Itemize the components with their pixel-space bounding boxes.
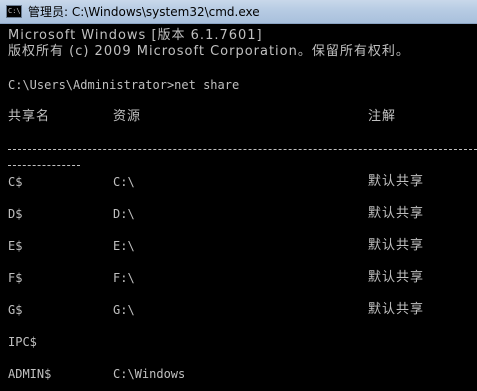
- share-row: D$ D:\ 默认共享: [8, 206, 468, 222]
- share-resource: C:\Windows: [113, 367, 186, 381]
- share-remark: 默认共享: [368, 270, 425, 285]
- share-row: C$ C:\ 默认共享: [8, 174, 468, 190]
- command-prompt-line: C:\Users\Administrator>net share: [8, 78, 240, 92]
- share-resource: E:\: [113, 239, 135, 253]
- table-header-row: 共享名 资源 注解: [8, 109, 468, 125]
- share-row: G$ G:\ 默认共享: [8, 302, 468, 318]
- share-row: ADMIN$ C:\Windows: [8, 366, 468, 382]
- share-resource: D:\: [113, 207, 135, 221]
- share-row: E$ E:\ 默认共享: [8, 238, 468, 254]
- banner-line-2: 版权所有 (c) 2009 Microsoft Corporation。保留所有…: [8, 44, 410, 59]
- share-name: IPC$: [8, 335, 37, 349]
- share-remark: 默认共享: [368, 302, 425, 317]
- separator-line-wrap: [8, 165, 80, 166]
- header-remark: 注解: [368, 109, 397, 124]
- share-name: D$: [8, 207, 23, 221]
- share-remark: 默认共享: [368, 238, 425, 253]
- cmd-window: C:\ 管理员: C:\Windows\system32\cmd.exe Mic…: [0, 0, 477, 391]
- title-bar[interactable]: C:\ 管理员: C:\Windows\system32\cmd.exe: [0, 0, 477, 24]
- share-resource: G:\: [113, 303, 135, 317]
- separator-line: [8, 149, 477, 150]
- banner-line-1: Microsoft Windows [版本 6.1.7601]: [8, 28, 263, 43]
- share-remark: 默认共享: [368, 174, 425, 189]
- header-resource: 资源: [113, 109, 142, 124]
- console-output[interactable]: Microsoft Windows [版本 6.1.7601] 版权所有 (c)…: [0, 24, 477, 391]
- console-icon[interactable]: C:\: [6, 5, 22, 18]
- share-resource: F:\: [113, 271, 135, 285]
- share-name: E$: [8, 239, 23, 253]
- share-row: IPC$: [8, 334, 468, 350]
- share-resource: C:\: [113, 175, 135, 189]
- share-remark: 默认共享: [368, 206, 425, 221]
- share-row: F$ F:\ 默认共享: [8, 270, 468, 286]
- share-name: F$: [8, 271, 23, 285]
- share-name: C$: [8, 175, 23, 189]
- share-name: ADMIN$: [8, 367, 52, 381]
- share-name: G$: [8, 303, 23, 317]
- window-title: 管理员: C:\Windows\system32\cmd.exe: [28, 5, 260, 19]
- header-share-name: 共享名: [8, 109, 51, 124]
